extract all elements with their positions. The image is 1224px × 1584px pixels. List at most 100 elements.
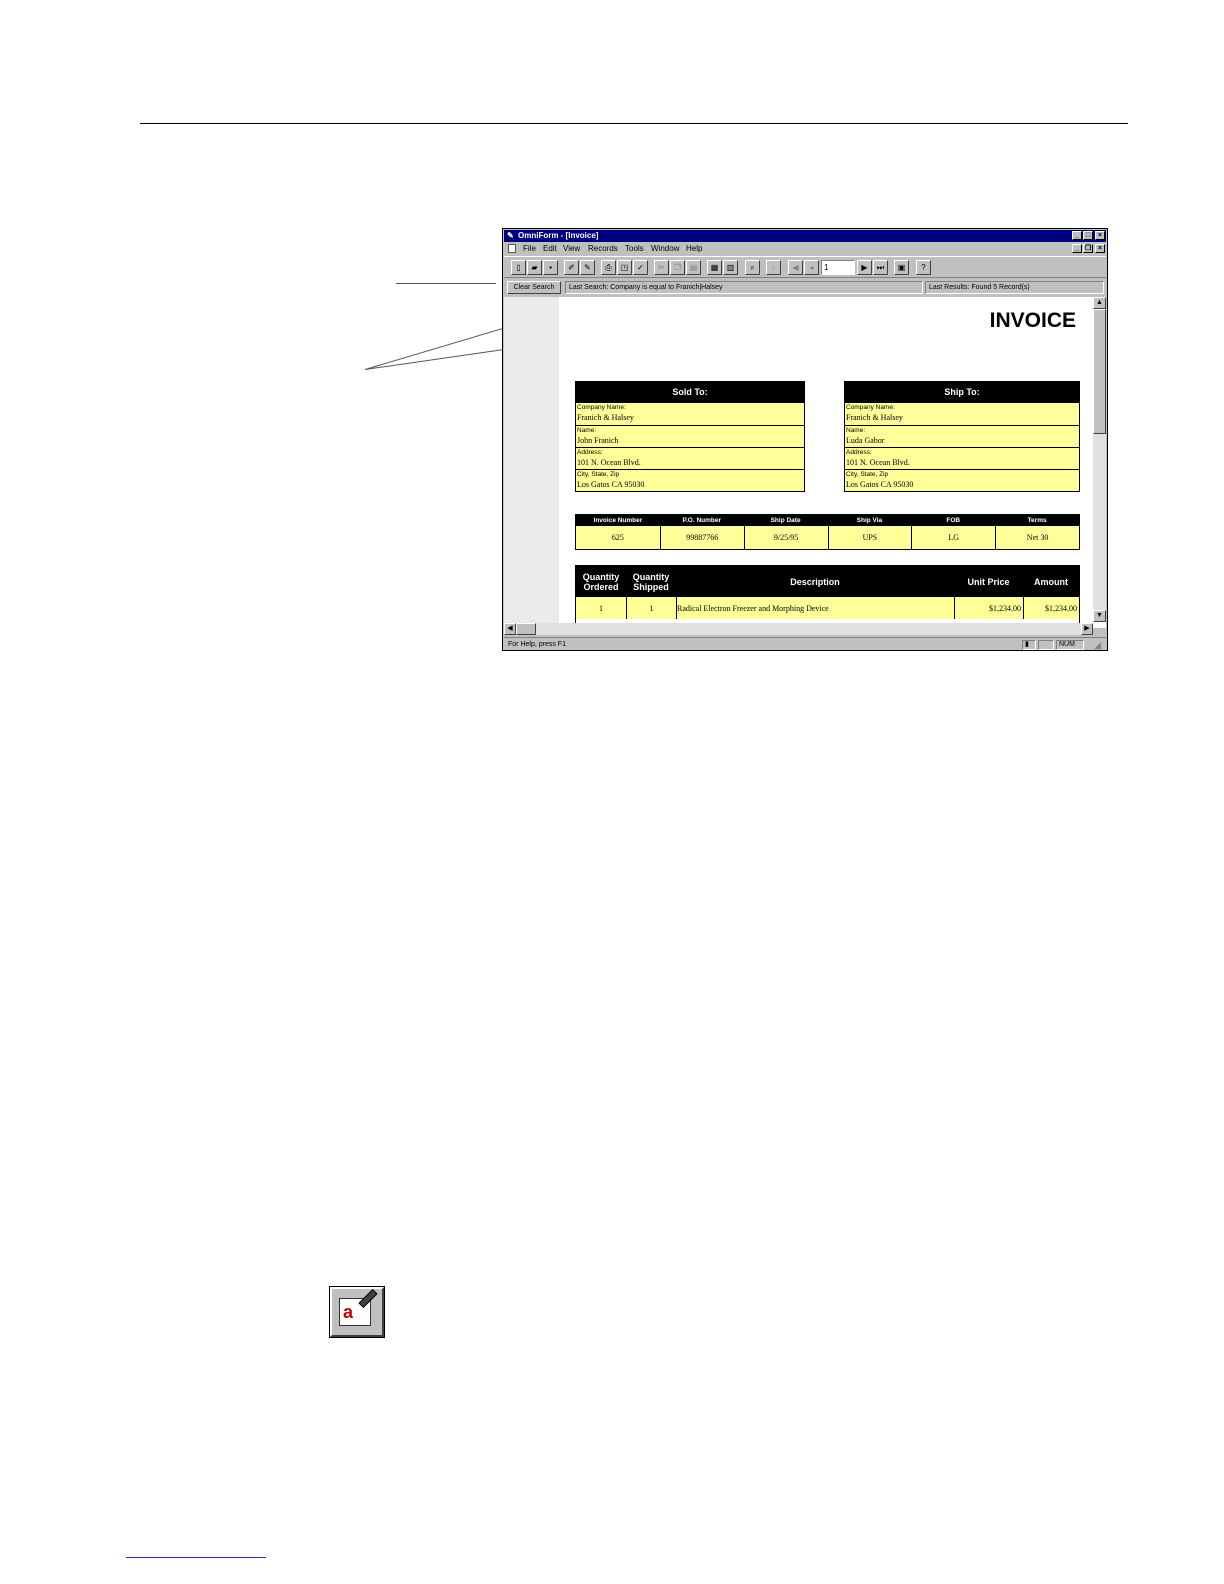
zoom-icon[interactable]: ⌕	[745, 260, 760, 275]
maximize-button[interactable]: □	[1083, 231, 1093, 240]
column-header: Quantity Ordered	[576, 566, 626, 597]
scroll-right-icon[interactable]: ▶	[1081, 623, 1093, 635]
field-label: Address:	[577, 449, 603, 456]
ship-via-field[interactable]: UPS	[827, 526, 912, 549]
field-value: Los Gatos CA 95030	[577, 480, 645, 489]
menu-view[interactable]: View	[563, 242, 580, 255]
horizontal-scrollbar[interactable]: ◀ ▶	[504, 623, 1093, 635]
new-record-icon[interactable]: ▣	[894, 260, 909, 275]
scroll-up-icon[interactable]: ▲	[1093, 297, 1106, 309]
status-blank	[1038, 640, 1054, 650]
ship-to-box: Ship To: Company Name: Franich & Halsey …	[844, 381, 1080, 492]
clear-search-button[interactable]: Clear Search	[507, 281, 561, 294]
previous-record-icon[interactable]: ◂	[804, 260, 819, 275]
menu-edit[interactable]: Edit	[543, 242, 557, 255]
status-help-text: For Help, press F1	[508, 641, 566, 648]
doc-restore-button[interactable]: ❐	[1083, 244, 1093, 253]
field-label: Name:	[846, 427, 866, 434]
column-header: Quantity Shipped	[626, 566, 676, 597]
sold-to-address-field[interactable]: Address: 101 N. Ocean Blvd.	[576, 447, 804, 469]
spell-check-icon[interactable]: ✓	[633, 260, 648, 275]
field-edit-tool-icon: a	[329, 1286, 385, 1338]
close-button[interactable]: ×	[1095, 231, 1105, 240]
last-search-field: Last Search: Company is equal to Franich…	[565, 281, 923, 294]
quantity-shipped-cell[interactable]: 1	[626, 597, 676, 619]
omniform-window: ✎ OmniForm - [Invoice] _ □ × File Edit V…	[502, 228, 1108, 651]
field-label: Company Name:	[577, 404, 626, 411]
context-help-icon[interactable]: ?	[916, 260, 931, 275]
field-label: Name:	[577, 427, 597, 434]
horizontal-scroll-thumb[interactable]	[516, 623, 536, 635]
field-label: Address:	[846, 449, 872, 456]
print-icon[interactable]: ⎙	[601, 260, 616, 275]
window-title: OmniForm - [Invoice]	[518, 231, 599, 240]
page-status-icon: ▮	[1022, 640, 1036, 650]
field-value: Franich & Halsey	[577, 413, 634, 422]
menu-tools[interactable]: Tools	[625, 242, 644, 255]
ship-to-company-field[interactable]: Company Name: Franich & Halsey	[845, 403, 1079, 425]
save-icon[interactable]: ▪	[543, 260, 558, 275]
paste-icon[interactable]: ▤	[686, 260, 701, 275]
ship-date-field[interactable]: 9/25/95	[743, 526, 828, 549]
vertical-scrollbar[interactable]: ▲ ▼	[1093, 297, 1106, 622]
column-header: Ship Via	[827, 515, 912, 526]
invoice-number-field[interactable]: 625	[576, 526, 660, 549]
column-header: Terms	[995, 515, 1079, 526]
menu-help[interactable]: Help	[686, 242, 702, 255]
fill-mode-icon[interactable]: ✎	[580, 260, 595, 275]
field-value: Luda Gabor	[846, 436, 885, 445]
terms-field[interactable]: Net 30	[995, 526, 1079, 549]
fob-field[interactable]: LG	[911, 526, 996, 549]
form-view-icon[interactable]: ▦	[707, 260, 722, 275]
lightbulb-icon[interactable]: ♁	[766, 260, 781, 275]
annotation-line-clear-search	[396, 283, 496, 284]
top-rule	[140, 123, 1128, 124]
sold-to-company-field[interactable]: Company Name: Franich & Halsey	[576, 403, 804, 425]
sold-to-name-field[interactable]: Name: John Franich	[576, 425, 804, 447]
data-view-icon[interactable]: ▥	[723, 260, 738, 275]
column-header: Unit Price	[954, 566, 1023, 597]
column-header: FOB	[911, 515, 996, 526]
last-results-field: Last Results: Found 5 Record(s)	[925, 281, 1104, 294]
num-lock-indicator: NUM	[1056, 640, 1084, 650]
first-record-icon[interactable]: ◀	[788, 260, 803, 275]
record-number-input[interactable]: 1	[821, 260, 855, 275]
scroll-down-icon[interactable]: ▼	[1093, 610, 1106, 622]
scroll-left-icon[interactable]: ◀	[504, 623, 516, 635]
description-cell[interactable]: Radical Electron Freezer and Morphing De…	[676, 597, 954, 619]
menu-window[interactable]: Window	[651, 242, 679, 255]
cut-icon[interactable]: ✂	[654, 260, 669, 275]
amount-cell[interactable]: $1,234.00	[1023, 597, 1079, 619]
print-preview-icon[interactable]: ◳	[617, 260, 632, 275]
ship-to-city-field[interactable]: City, State, Zip Los Gatos CA 95030	[845, 469, 1079, 491]
copy-icon[interactable]: ❐	[670, 260, 685, 275]
sold-to-box: Sold To: Company Name: Franich & Halsey …	[575, 381, 805, 492]
vertical-scroll-thumb[interactable]	[1093, 309, 1106, 434]
document-icon	[508, 244, 516, 253]
unit-price-cell[interactable]: $1,234.00	[954, 597, 1023, 619]
invoice-info-table: Invoice Number P.O. Number Ship Date Shi…	[575, 514, 1080, 550]
new-icon[interactable]: ▯	[511, 260, 526, 275]
design-mode-icon[interactable]: ✐	[564, 260, 579, 275]
menu-records[interactable]: Records	[588, 242, 618, 255]
sold-to-city-field[interactable]: City, State, Zip Los Gatos CA 95030	[576, 469, 804, 491]
ship-to-address-field[interactable]: Address: 101 N. Ocean Blvd.	[845, 447, 1079, 469]
menu-file[interactable]: File	[523, 242, 536, 255]
left-margin	[504, 297, 559, 628]
form-canvas[interactable]: INVOICE Sold To: Company Name: Franich &…	[504, 297, 1106, 628]
field-value: Franich & Halsey	[846, 413, 903, 422]
open-icon[interactable]: ▰	[527, 260, 542, 275]
column-header: Description	[676, 566, 954, 597]
invoice-title: INVOICE	[989, 309, 1076, 332]
resize-grip-icon[interactable]: ◢	[1094, 639, 1101, 650]
doc-minimize-button[interactable]: _	[1072, 244, 1082, 253]
next-record-icon[interactable]: ▶	[857, 260, 872, 275]
ship-to-name-field[interactable]: Name: Luda Gabor	[845, 425, 1079, 447]
doc-close-button[interactable]: ×	[1095, 244, 1105, 253]
field-value: John Franich	[577, 436, 619, 445]
field-value: 101 N. Ocean Blvd.	[846, 458, 910, 467]
quantity-ordered-cell[interactable]: 1	[576, 597, 626, 619]
minimize-button[interactable]: _	[1072, 231, 1082, 240]
last-record-icon[interactable]: ⏭	[873, 260, 888, 275]
po-number-field[interactable]: 99887766	[659, 526, 744, 549]
